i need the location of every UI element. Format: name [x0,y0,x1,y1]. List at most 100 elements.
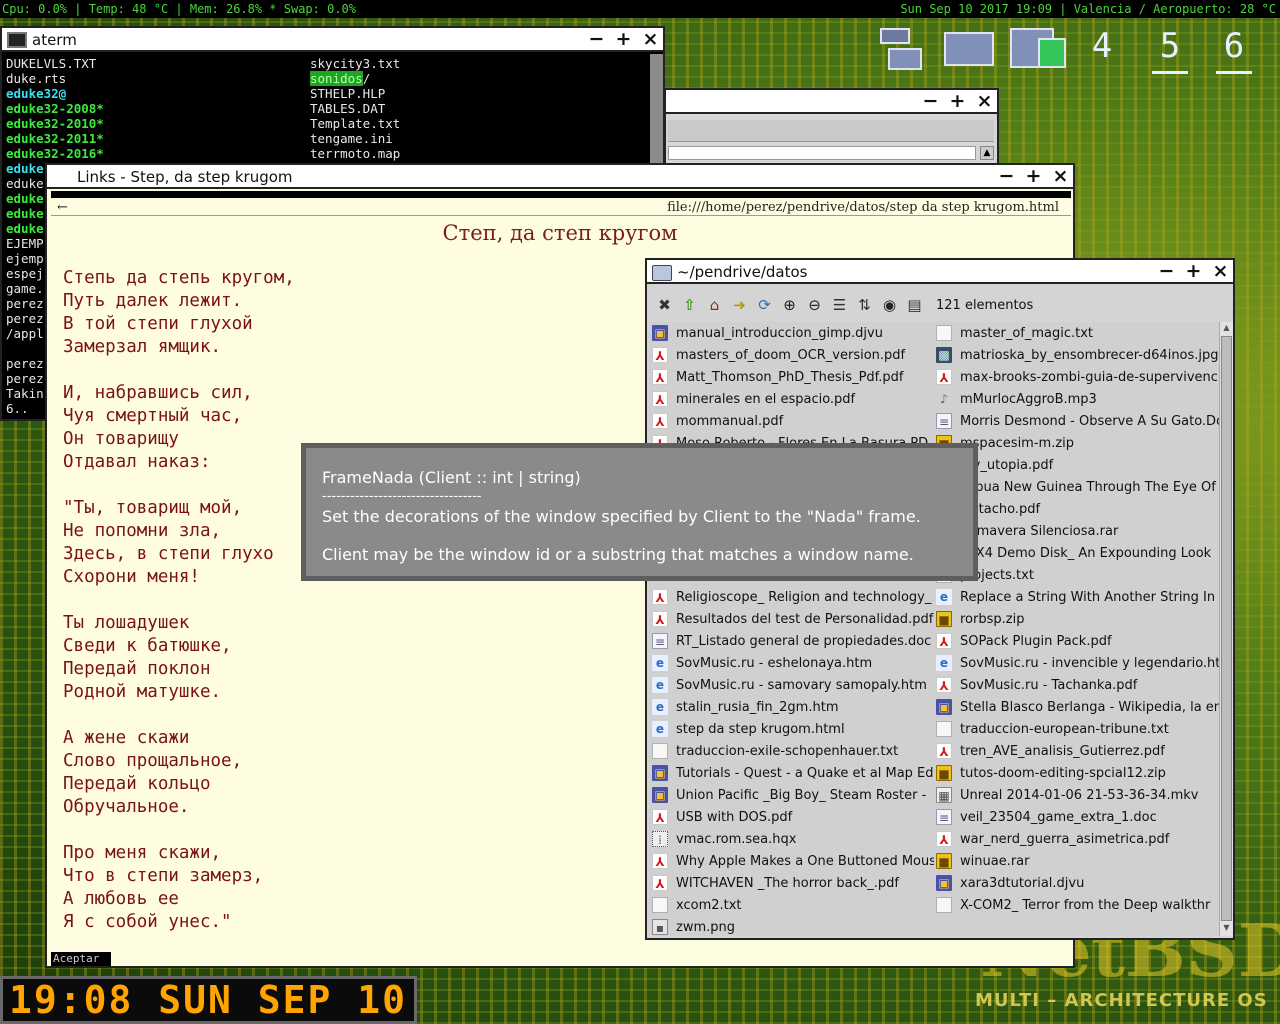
minimize-button[interactable]: − [1158,260,1175,284]
terminal-entry: Takin [6,386,44,401]
workspace-1-window-thumb[interactable] [880,28,910,44]
file-item[interactable]: ⅄ masters_of_doom_OCR_version.pdf [652,344,934,366]
file-item[interactable]: ⅄ WITCHAVEN _The horror back_.pdf [652,872,934,894]
close-button[interactable]: × [1212,260,1229,284]
terminal-entry: eduke32-2008* [6,101,104,116]
scroll-down-icon[interactable]: ▼ [1221,923,1232,935]
links-titlebar[interactable]: Links - Step, da step krugom − + × [47,165,1073,189]
tooltip-separator: ---------------------------------- [322,489,482,504]
home-icon[interactable]: ⌂ [705,296,724,315]
file-item[interactable]: ⅄Papua New Guinea Through The Eye Of [936,476,1219,498]
file-item[interactable]: e Replace a String With Another String In [936,586,1219,608]
file-item[interactable]: ♪ mMurlocAggroB.mp3 [936,388,1219,410]
maximize-button[interactable]: + [949,90,966,114]
zoom-out-icon[interactable]: ⊖ [805,296,824,315]
terminal-entry: perez [6,311,44,326]
file-item[interactable]: ⅄ USB with DOS.pdf [652,806,934,828]
file-manager-window: ~/pendrive/datos − + × ✖ ⇧ ⌂ ➜ ⟳ ⊕ ⊖ ☰ ⇅… [645,258,1235,940]
file-item[interactable]: ■Primavera Silenciosa.rar [936,520,1219,542]
scroll-up-icon[interactable]: ▲ [980,146,994,160]
go-up-icon[interactable]: ⇧ [680,296,699,315]
file-item[interactable]: e step da step krugom.html [652,718,934,740]
file-item[interactable]: ⅄ tren_AVE_analisis_Gutierrez.pdf [936,740,1219,762]
file-item[interactable]: ⅄ Why Apple Makes a One Buttoned Mous [652,850,934,872]
file-item[interactable]: ⅄ max-brooks-zombi-guia-de-supervivencia [936,366,1219,388]
maximize-button[interactable]: + [1185,260,1202,284]
workspace-1-window-thumb[interactable] [888,48,922,70]
refresh-icon[interactable]: ⟳ [755,296,774,315]
close-button[interactable]: × [642,28,659,52]
aterm-titlebar[interactable]: aterm − + × [2,28,663,52]
pdf-file-icon: ⅄ [652,347,668,363]
window-title: aterm [32,31,77,49]
file-item[interactable]: ▣ Stella Blasco Berlanga - Wikipedia, la … [936,696,1219,718]
sort-icon[interactable]: ⇅ [855,296,874,315]
file-item[interactable]: X-COM2_ Terror from the Deep walkthr [936,894,1219,916]
workspace-2-window-thumb[interactable] [944,32,994,66]
close-button[interactable]: × [976,90,993,114]
file-item[interactable]: ⅄ SovMusic.ru - Tachanka.pdf [936,674,1219,696]
workspace-5[interactable]: 5 [1152,26,1188,74]
file-item[interactable]: ■ tutos-doom-editing-spcial12.zip [936,762,1219,784]
file-item[interactable]: ⅄ SOPack Plugin Pack.pdf [936,630,1219,652]
scroll-up-icon[interactable]: ▲ [1221,323,1232,335]
file-item[interactable]: e stalin_rusia_fin_2gm.htm [652,696,934,718]
zoom-in-icon[interactable]: ⊕ [780,296,799,315]
scrollbar-thumb[interactable] [1221,336,1232,921]
close-button[interactable]: × [1052,165,1069,189]
file-item[interactable]: ⅄ Religioscope_ Religion and technology_ [652,586,934,608]
file-item[interactable]: ▪ zwm.png [652,916,934,936]
file-list-scrollbar[interactable]: ▲ ▼ [1219,322,1233,936]
file-item[interactable]: ▣ Tutorials - Quest - a Quake et al Map E… [652,762,934,784]
close-folder-icon[interactable]: ✖ [655,296,674,315]
terminal-entry: eduke [6,176,44,191]
file-item[interactable]: ■ winuae.rar [936,850,1219,872]
go-forward-icon[interactable]: ➜ [730,296,749,315]
file-item[interactable]: ▣ xara3dtutorial.djvu [936,872,1219,894]
file-item[interactable]: ■mspacesim-m.zip [936,432,1219,454]
file-item[interactable]: ⅄ Matt_Thomson_PhD_Thesis_Pdf.pdf [652,366,934,388]
file-item[interactable]: e SovMusic.ru - eshelonaya.htm [652,652,934,674]
back-arrow-icon[interactable]: ← [57,199,68,216]
file-item[interactable]: ▦ Unreal 2014-01-06 21-53-36-34.mkv [936,784,1219,806]
details-view-icon[interactable]: ▤ [905,296,924,315]
file-item[interactable]: ⅄ mommanual.pdf [652,410,934,432]
file-item[interactable]: ⅄ Resultados del test de Personalidad.pdf [652,608,934,630]
file-manager-titlebar[interactable]: ~/pendrive/datos − + × [647,260,1233,284]
maximize-button[interactable]: + [1025,165,1042,189]
file-item[interactable]: e SovMusic.ru - invencible y legendario.h… [936,652,1219,674]
file-item[interactable]: ▩ matrioska_by_ensombrecer-d64inos.jpg [936,344,1219,366]
file-item[interactable]: ⁞ vmac.rom.sea.hqx [652,828,934,850]
file-item[interactable]: master_of_magic.txt [936,322,1219,344]
file-item[interactable]: ⅄ minerales en el espacio.pdf [652,388,934,410]
file-item[interactable]: ⅄ war_nerd_guerra_asimetrica.pdf [936,828,1219,850]
file-item[interactable]: ≡ veil_23504_game_extra_1.doc [936,806,1219,828]
file-item[interactable]: ▣ manual_introduccion_gimp.djvu [652,322,934,344]
file-item[interactable]: ■ rorbsp.zip [936,608,1219,630]
file-name: war_nerd_guerra_asimetrica.pdf [960,831,1170,847]
workspace-3-active-thumb[interactable] [1038,38,1066,68]
workspace-4[interactable]: 4 [1084,26,1120,74]
background-window-titlebar[interactable]: − + × [666,90,997,114]
minimize-button[interactable]: − [922,90,939,114]
file-item[interactable]: xcom2.txt [652,894,934,916]
minimize-button[interactable]: − [588,28,605,52]
file-item[interactable]: traduccion-exile-schopenhauer.txt [652,740,934,762]
minimize-button[interactable]: − [998,165,1015,189]
file-item[interactable]: ≡ RT_Listado general de propiedades.doc [652,630,934,652]
file-item[interactable]: ▣PTX4 Demo Disk_ An Expounding Look [936,542,1219,564]
terminal-entry: duke.rts [6,71,67,86]
file-item[interactable]: ≡ Morris Desmond - Observe A Su Gato.Doc [936,410,1219,432]
maximize-button[interactable]: + [615,28,632,52]
list-view-icon[interactable]: ☰ [830,296,849,315]
file-item[interactable]: e SovMusic.ru - samovary samopaly.htm [652,674,934,696]
workspace-6[interactable]: 6 [1216,26,1252,74]
show-hidden-icon[interactable]: ◉ [880,296,899,315]
file-item[interactable]: traduccion-european-tribune.txt [936,718,1219,740]
file-item[interactable]: projects.txt [936,564,1219,586]
file-item[interactable]: ▣ Union Pacific _Big Boy_ Steam Roster - [652,784,934,806]
file-item[interactable]: ⅄pistacho.pdf [936,498,1219,520]
mkv-file-icon: ▦ [936,787,952,803]
file-item[interactable]: ⅄my_utopia.pdf [936,454,1219,476]
background-window-input[interactable] [668,146,976,160]
